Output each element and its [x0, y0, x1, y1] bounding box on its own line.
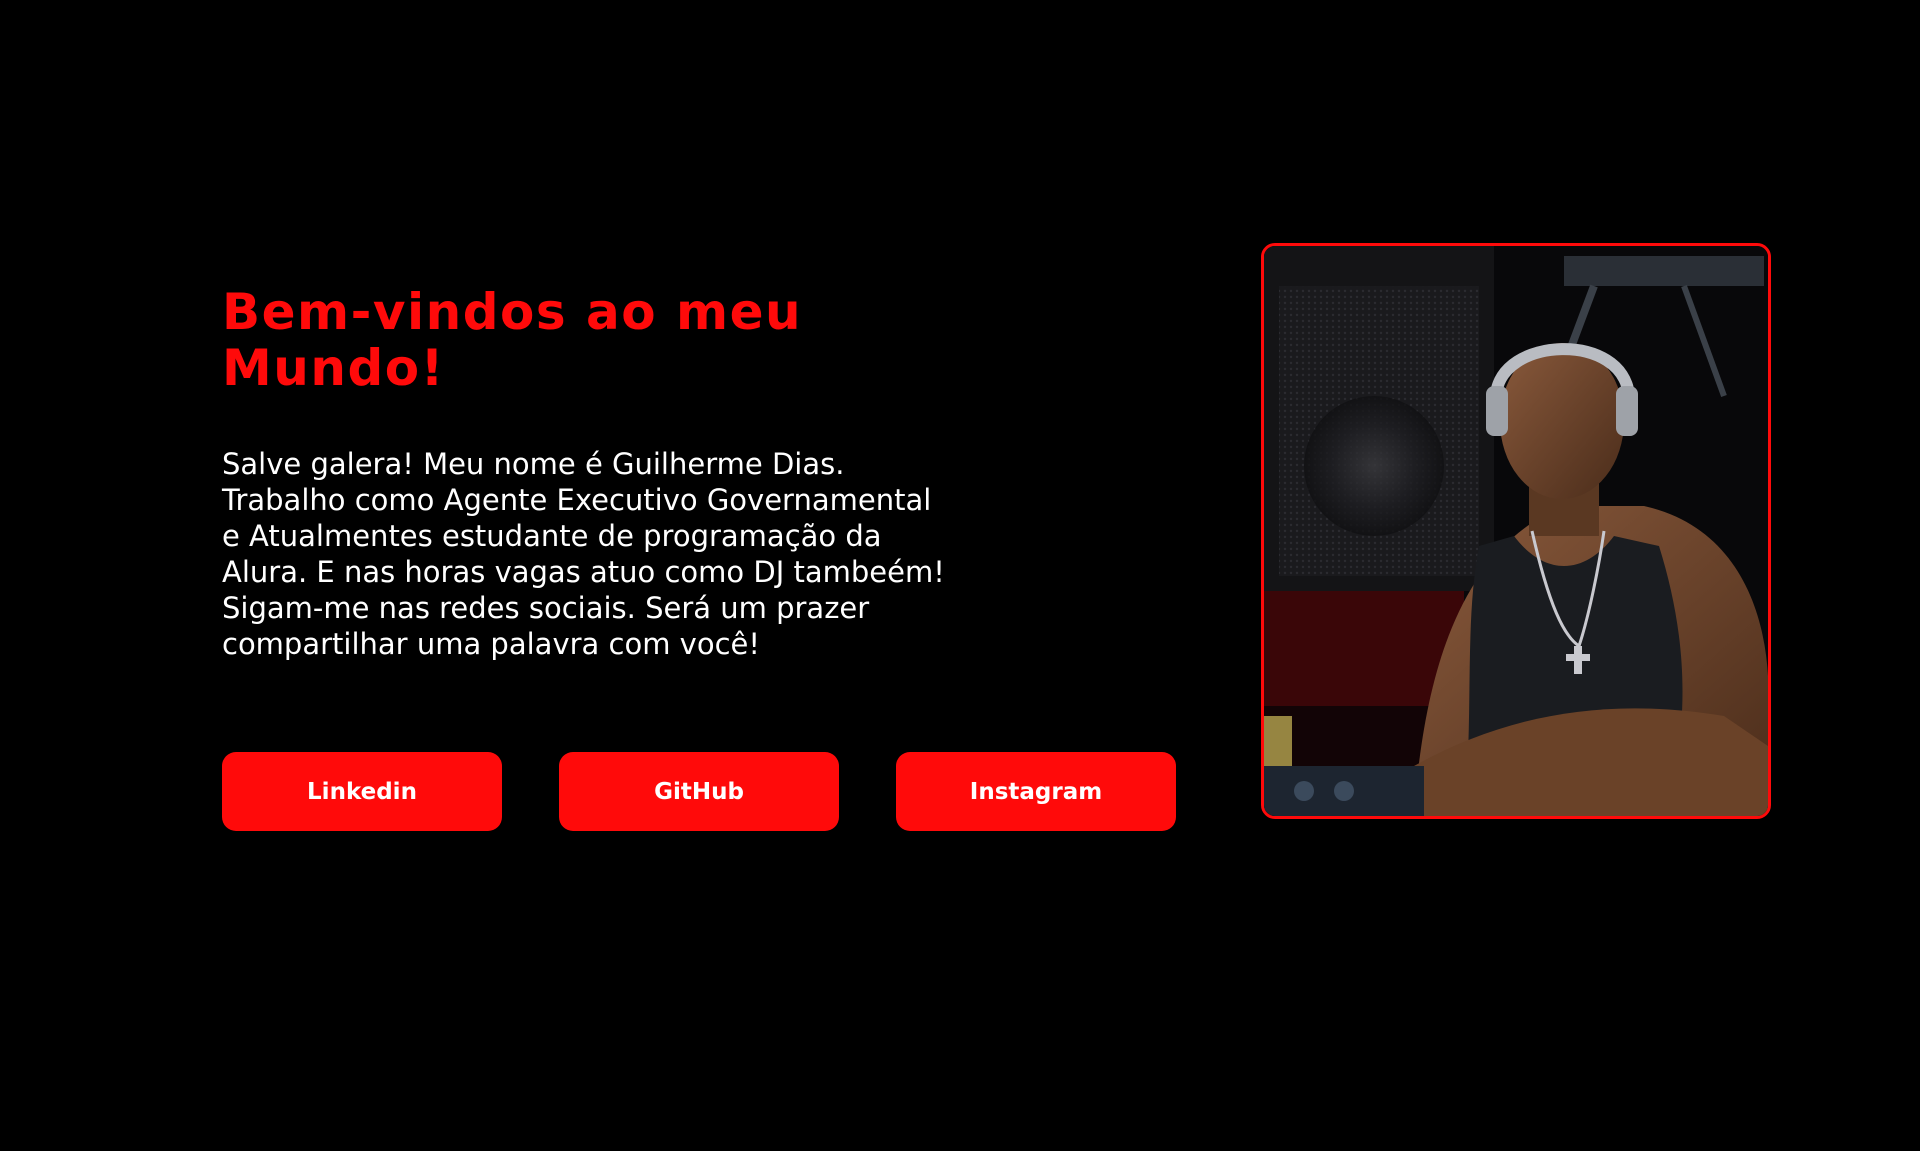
- bio-line: compartilhar uma palavra com você!: [222, 627, 760, 661]
- dj-portrait-image: [1264, 246, 1768, 816]
- bio-line: Alura. E nas horas vagas atuo como DJ ta…: [222, 555, 945, 589]
- bio-line: Salve galera! Meu nome é Guilherme Dias.: [222, 447, 845, 481]
- github-button[interactable]: GitHub: [559, 752, 839, 831]
- page-title: Bem-vindos ao meu Mundo!: [222, 284, 922, 396]
- bio-text: Salve galera! Meu nome é Guilherme Dias.…: [222, 446, 1042, 662]
- social-links: Linkedin GitHub Instagram: [222, 752, 1176, 831]
- hero-section: Bem-vindos ao meu Mundo! Salve galera! M…: [222, 284, 1202, 831]
- instagram-button[interactable]: Instagram: [896, 752, 1176, 831]
- bio-line: Sigam-me nas redes sociais. Será um praz…: [222, 591, 870, 625]
- title-line-2: Mundo!: [222, 339, 445, 397]
- title-line-1: Bem-vindos ao meu: [222, 283, 803, 341]
- linkedin-button[interactable]: Linkedin: [222, 752, 502, 831]
- bio-line: Trabalho como Agente Executivo Govername…: [222, 483, 932, 517]
- bio-line: e Atualmentes estudante de programação d…: [222, 519, 882, 553]
- profile-photo: [1261, 243, 1771, 819]
